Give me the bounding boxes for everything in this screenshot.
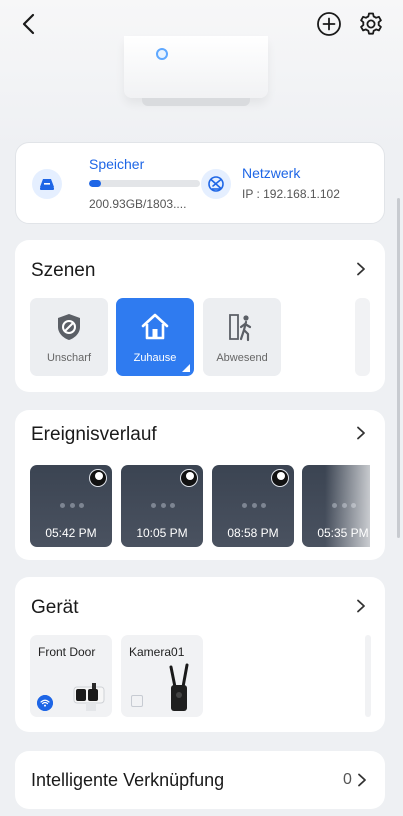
event-time: 08:58 PM: [227, 526, 279, 540]
event-badge-icon: [271, 469, 289, 487]
home-icon: [141, 313, 169, 340]
event-badge-icon: [89, 469, 107, 487]
scene-unscharf[interactable]: Unscharf: [30, 298, 108, 376]
disarm-icon: [58, 314, 80, 340]
smart-link-count: 0: [343, 771, 352, 788]
hub-body: [124, 36, 268, 98]
chevron-right-icon[interactable]: [355, 426, 367, 440]
storage-label: Speicher: [89, 156, 145, 172]
offline-icon: [131, 695, 143, 707]
scroll-fade: [325, 465, 385, 547]
scene-label: Zuhause: [133, 352, 177, 364]
loading-dots: [242, 503, 266, 509]
scene-label: Unscharf: [46, 352, 92, 364]
antenna-camera-image: [169, 663, 189, 711]
event-badge-icon: [180, 469, 198, 487]
selected-indicator: [182, 364, 190, 372]
wifi-icon: [37, 695, 53, 711]
event-thumbnail[interactable]: 08:58 PM: [212, 465, 294, 547]
event-thumbnail[interactable]: 10:05 PM: [121, 465, 203, 547]
device-front-door[interactable]: Front Door: [30, 635, 112, 717]
device-kamera01[interactable]: Kamera01: [121, 635, 203, 717]
away-icon: [229, 314, 252, 342]
scene-zuhause[interactable]: Zuhause: [116, 298, 194, 376]
network-status[interactable]: Netzwerk IP : 192.168.1.102: [201, 143, 381, 225]
event-thumbnail[interactable]: 05:42 PM: [30, 465, 112, 547]
loading-dots: [60, 503, 84, 509]
plus-circle-icon[interactable]: [316, 11, 342, 37]
chevron-right-icon[interactable]: [355, 262, 367, 276]
events-card: Ereignisverlauf 05:42 PM 10:05 PM 08:58 …: [15, 410, 385, 560]
scene-label: Abwesend: [216, 352, 268, 364]
hub-device-image: [122, 36, 270, 108]
events-title: Ereignisverlauf: [31, 424, 157, 445]
scrollbar[interactable]: [397, 198, 400, 538]
scene-tile-partial: [355, 298, 370, 376]
device-name: Kamera01: [129, 645, 185, 659]
storage-progress-fill: [89, 180, 102, 187]
device-tile-partial: [365, 635, 371, 717]
hub-led: [156, 48, 168, 60]
storage-status[interactable]: Speicher 200.93GB/1803....: [32, 143, 212, 225]
status-card: Speicher 200.93GB/1803.... Netzwerk IP :…: [15, 142, 385, 224]
scene-abwesend[interactable]: Abwesend: [203, 298, 281, 376]
storage-icon: [32, 169, 62, 199]
event-time: 05:42 PM: [45, 526, 97, 540]
devices-title: Gerät: [31, 597, 79, 618]
smart-link-row[interactable]: Intelligente Verknüpfung 0: [15, 751, 385, 809]
scenes-card: Szenen Unscharf Zuhause Abwesend: [15, 240, 385, 392]
chevron-left-icon[interactable]: [18, 12, 42, 36]
network-label: Netzwerk: [242, 165, 301, 181]
chevron-right-icon: [358, 773, 366, 787]
loading-dots: [151, 503, 175, 509]
network-icon: [201, 169, 231, 199]
bullet-camera-image: [73, 683, 105, 711]
scenes-title: Szenen: [31, 260, 96, 281]
gear-icon[interactable]: [357, 10, 385, 38]
chevron-right-icon[interactable]: [355, 599, 367, 613]
device-name: Front Door: [38, 645, 96, 659]
devices-card: Gerät Front Door Kamera01: [15, 577, 385, 732]
network-ip: IP : 192.168.1.102: [242, 187, 340, 201]
event-time: 10:05 PM: [136, 526, 188, 540]
smart-link-title: Intelligente Verknüpfung: [31, 770, 225, 790]
storage-progress-bar: [89, 180, 200, 187]
storage-value: 200.93GB/1803....: [89, 197, 187, 211]
hub-base: [142, 98, 250, 106]
